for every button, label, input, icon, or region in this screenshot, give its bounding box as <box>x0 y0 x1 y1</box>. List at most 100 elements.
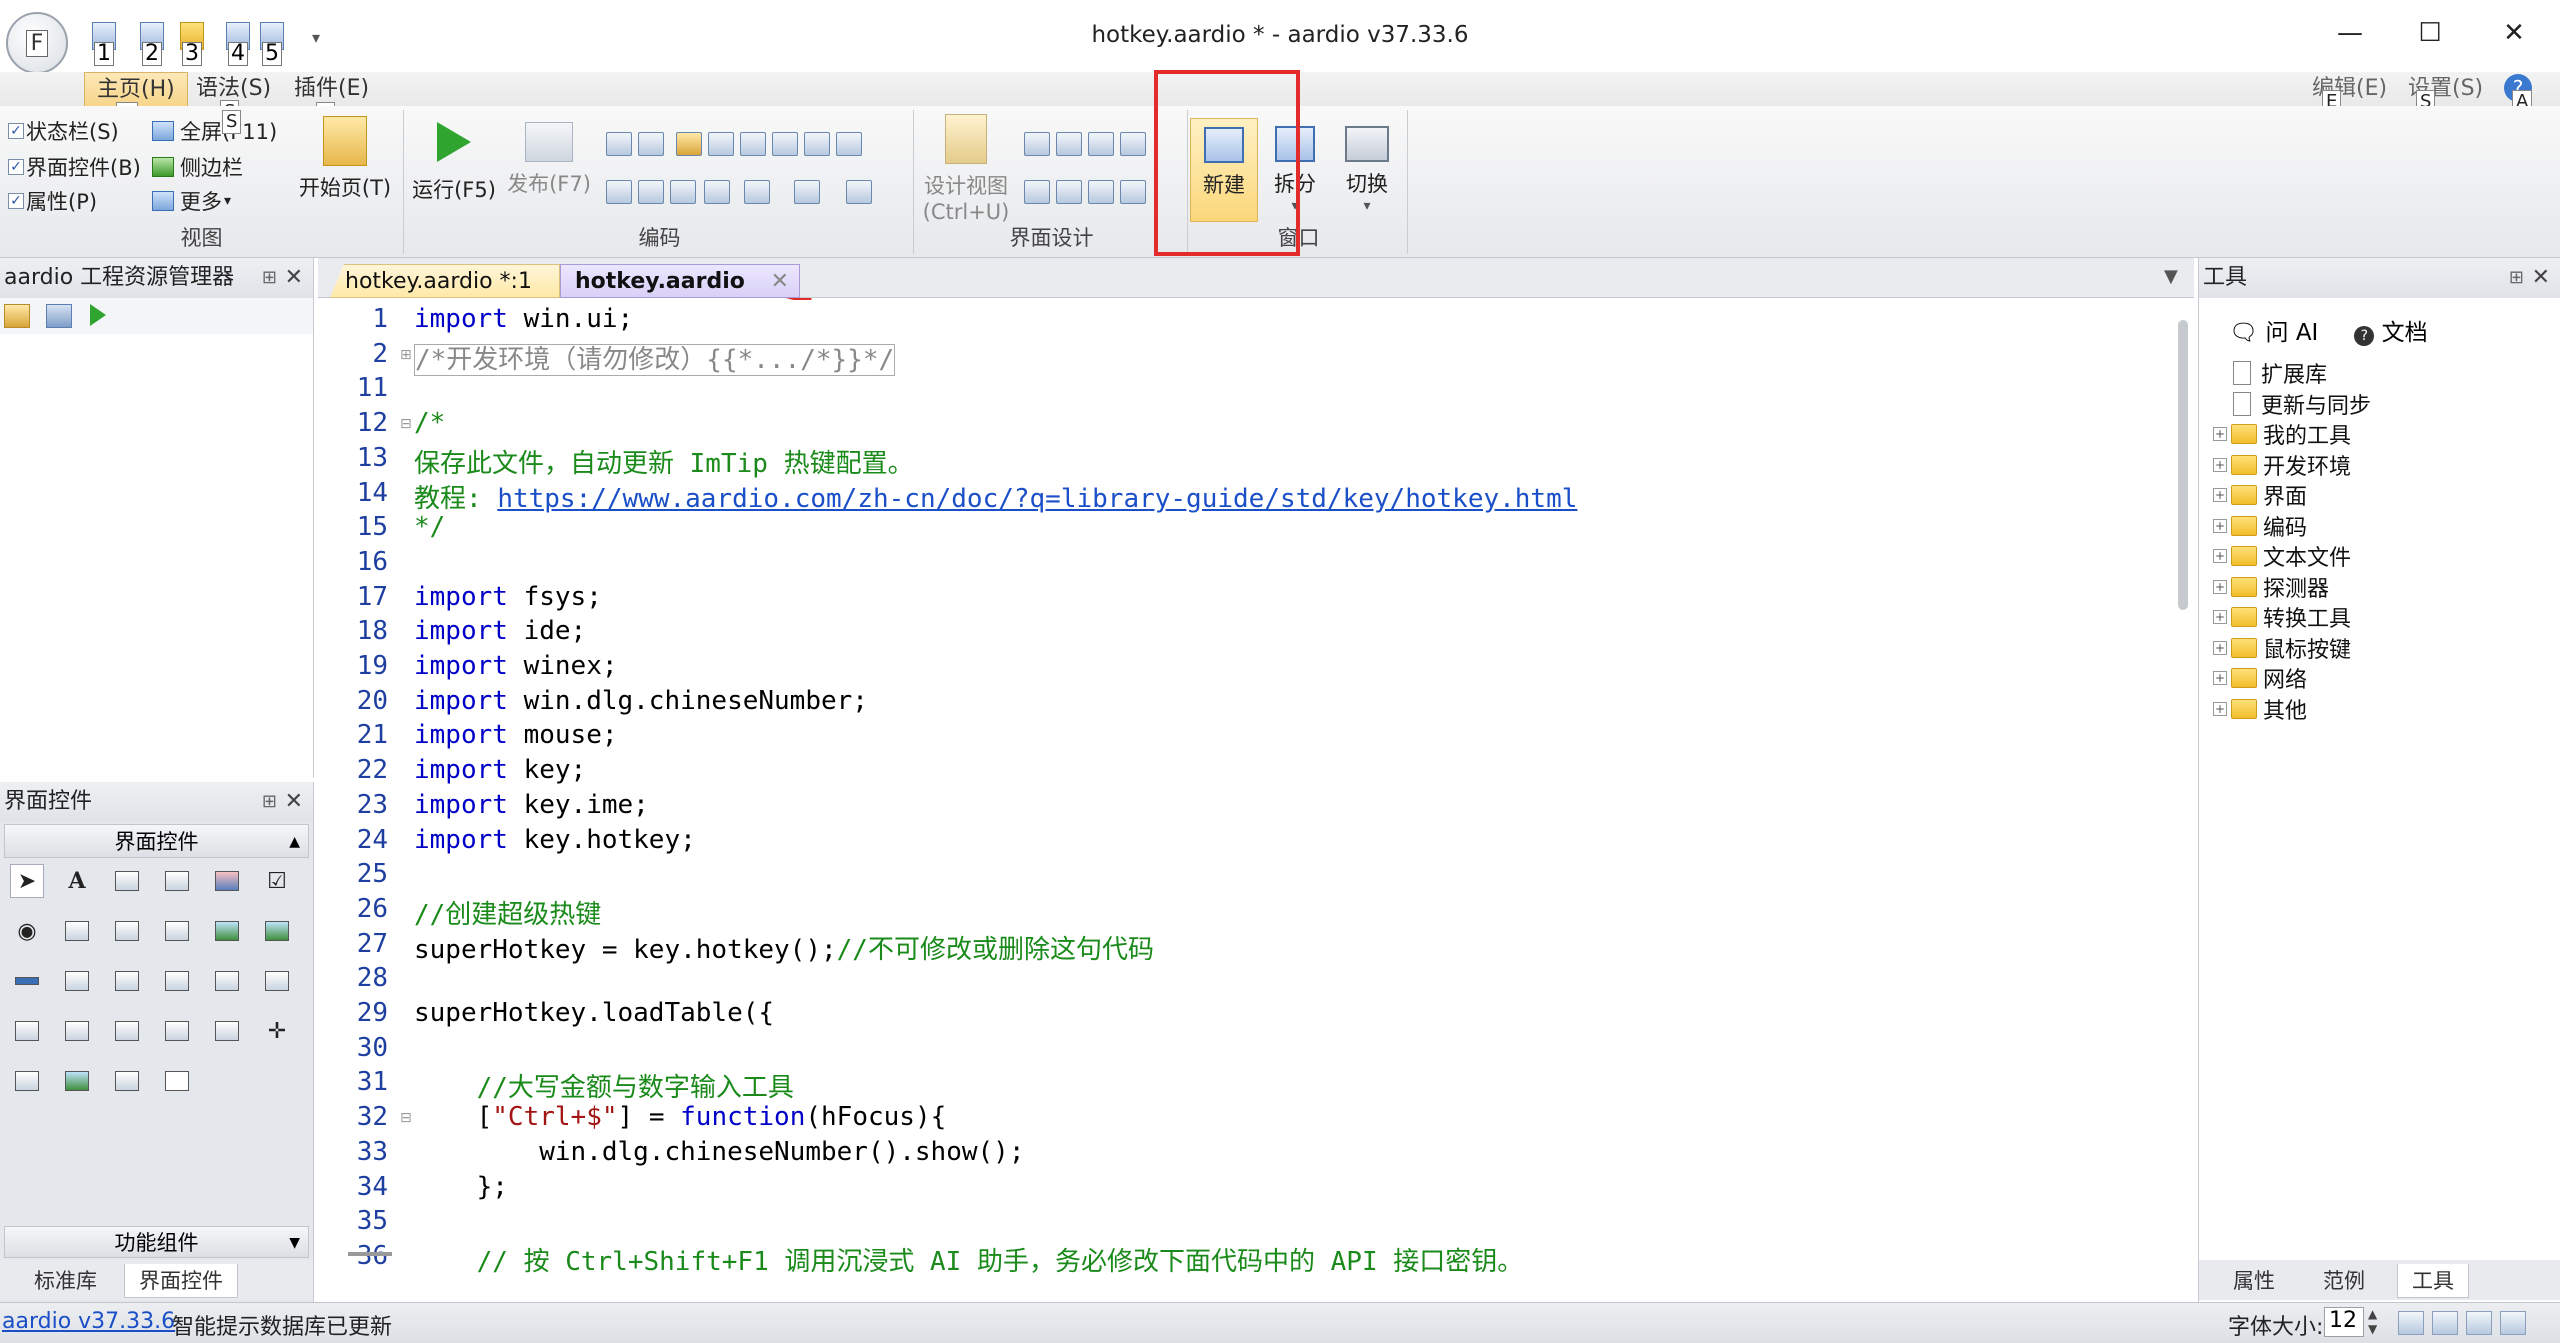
combobox-tool-icon[interactable] <box>110 914 144 948</box>
pin-icon[interactable] <box>1088 180 1114 204</box>
tree-item[interactable]: + 鼠标按键 <box>2213 633 2351 663</box>
properties-toggle[interactable]: ✓ 属性(P) <box>8 186 97 216</box>
tab-properties[interactable]: 属性 <box>2219 1264 2289 1298</box>
listbox-tool-icon[interactable] <box>210 864 244 898</box>
vertical-scrollbar[interactable] <box>2178 320 2188 610</box>
run-project-icon[interactable] <box>90 304 106 326</box>
listview-tool-icon[interactable] <box>160 914 194 948</box>
open-project-icon[interactable] <box>4 304 30 328</box>
find-icon[interactable] <box>846 180 872 204</box>
copy-icon[interactable] <box>638 132 664 156</box>
format-icon[interactable] <box>708 132 734 156</box>
tree-item[interactable]: + 转换工具 <box>2213 602 2351 632</box>
tab-stdlib[interactable]: 标准库 <box>20 1264 111 1298</box>
code-editor[interactable]: 1 2 ⊞ 11 12 ⊟ 13 14 15 16 17 18 19 20 21 22 23 24 25 26 27 28… <box>318 300 2194 1277</box>
start-page-button[interactable]: 开始页(T) <box>290 116 400 202</box>
grid-icon[interactable] <box>1056 180 1082 204</box>
splitter-tool-icon[interactable] <box>210 1014 244 1048</box>
tree-item[interactable]: + 其他 <box>2213 694 2307 724</box>
static-text-tool-icon[interactable]: A <box>60 864 94 898</box>
tab-plugins[interactable]: 插件(E) <box>282 72 381 106</box>
tree-tool-icon[interactable] <box>160 964 194 998</box>
undo-icon[interactable] <box>744 180 770 204</box>
layout-icon[interactable] <box>2500 1311 2526 1335</box>
pin-icon[interactable] <box>1120 180 1146 204</box>
richedit-tool-icon[interactable] <box>160 864 194 898</box>
ask-ai-button[interactable]: 🗨 问 AI <box>2229 313 2318 347</box>
tab-tools[interactable]: 工具 <box>2397 1264 2469 1298</box>
status-bar-toggle[interactable]: ✓ 状态栏(S) <box>8 116 119 146</box>
tree-item[interactable]: + 界面 <box>2213 480 2307 510</box>
fold-marker-icon[interactable]: ⊟ <box>400 1110 412 1126</box>
scroll-tool-icon[interactable] <box>110 964 144 998</box>
sidebar-button[interactable]: 侧边栏 <box>152 152 243 182</box>
save-project-icon[interactable] <box>46 304 72 328</box>
layout-icon[interactable] <box>1024 180 1050 204</box>
expand-icon[interactable]: + <box>2213 518 2227 533</box>
cut-icon[interactable] <box>606 132 632 156</box>
align-icon[interactable] <box>1088 132 1114 156</box>
align-icon[interactable] <box>1120 132 1146 156</box>
bookmark-icon[interactable] <box>2432 1311 2458 1335</box>
table-tool-icon[interactable] <box>260 964 294 998</box>
forward-icon[interactable] <box>638 180 664 204</box>
ipaddress-tool-icon[interactable] <box>160 1014 194 1048</box>
pin-icon[interactable]: ⊞ <box>262 782 277 822</box>
plus-tool-icon[interactable] <box>260 914 294 948</box>
tree-item[interactable]: + 探测器 <box>2213 572 2329 602</box>
tree-item[interactable]: + 网络 <box>2213 663 2307 693</box>
paste-icon[interactable] <box>676 132 702 156</box>
edit-tool-icon[interactable] <box>110 864 144 898</box>
more-button[interactable]: 更多 ▾ <box>152 186 231 216</box>
design-view-button[interactable]: 设计视图 (Ctrl+U) <box>916 114 1016 224</box>
ui-controls-toggle[interactable]: ✓ 界面控件(B) <box>8 152 141 182</box>
font-size-spinner[interactable]: ▲ ▼ <box>2368 1307 2377 1337</box>
close-icon[interactable]: ✕ <box>285 782 303 822</box>
expand-icon[interactable]: + <box>2213 579 2227 594</box>
tree-item[interactable]: + 文本文件 <box>2213 541 2351 571</box>
picture-tool-icon[interactable] <box>210 914 244 948</box>
window-icon[interactable] <box>606 180 632 204</box>
doc-tab-1[interactable]: hotkey.aardio *:1 <box>330 264 560 298</box>
expand-icon[interactable]: + <box>2213 671 2227 685</box>
func-section-header[interactable]: 功能组件 ▼ <box>4 1226 309 1258</box>
font-size-input[interactable]: 12 <box>2324 1307 2364 1337</box>
version-link[interactable]: aardio v37.33.6 <box>2 1309 175 1334</box>
expand-icon[interactable]: + <box>2213 640 2227 655</box>
pin-icon[interactable]: ⊞ <box>262 258 277 298</box>
tree-item[interactable]: + 开发环境 <box>2213 450 2351 480</box>
run-button[interactable]: 运行(F5) <box>410 122 498 204</box>
expand-icon[interactable]: + <box>2213 549 2227 563</box>
delete-icon[interactable] <box>704 180 730 204</box>
fold-marker-icon[interactable]: ⊞ <box>400 347 412 363</box>
align-icon[interactable] <box>1024 132 1050 156</box>
message-icon[interactable] <box>670 180 696 204</box>
custom-tool-icon[interactable] <box>10 1064 44 1098</box>
tree-item[interactable]: + 我的工具 <box>2213 419 2351 449</box>
redo-icon[interactable] <box>794 180 820 204</box>
tab-home[interactable]: 主页(H) <box>84 72 188 106</box>
expand-icon[interactable]: + <box>2213 488 2227 502</box>
docs-button[interactable]: ? 文档 <box>2354 313 2428 347</box>
progress-tool-icon[interactable] <box>10 964 44 998</box>
plus2-tool-icon[interactable] <box>110 1064 144 1098</box>
move-tool-icon[interactable]: ✛ <box>260 1014 294 1048</box>
image-tool-icon[interactable] <box>60 1064 94 1098</box>
expand-icon[interactable]: + <box>2213 701 2227 716</box>
radio-tool-icon[interactable]: ◉ <box>10 914 44 948</box>
tree-item[interactable]: + 编码 <box>2213 511 2307 541</box>
fold-marker-icon[interactable]: ⊟ <box>400 416 412 432</box>
trackbar-tool-icon[interactable] <box>60 1014 94 1048</box>
calendar-tool-icon[interactable] <box>10 1014 44 1048</box>
menu-settings[interactable]: 设置(S) <box>2396 72 2495 106</box>
close-icon[interactable]: ✕ <box>2532 258 2550 298</box>
pin-icon[interactable]: ⊞ <box>2509 258 2524 298</box>
doc-tab-2[interactable]: hotkey.aardio *:2✕ <box>560 264 800 328</box>
pointer-tool-icon[interactable]: ➤ <box>10 864 44 898</box>
menu-edit[interactable]: 编辑(E) <box>2300 72 2399 106</box>
groupbox-tool-icon[interactable] <box>60 914 94 948</box>
close-button[interactable]: ✕ <box>2474 8 2554 58</box>
blank-tool-icon[interactable] <box>160 1064 194 1098</box>
checkbox-tool-icon[interactable]: ☑ <box>260 864 294 898</box>
comment-icon[interactable] <box>804 132 830 156</box>
